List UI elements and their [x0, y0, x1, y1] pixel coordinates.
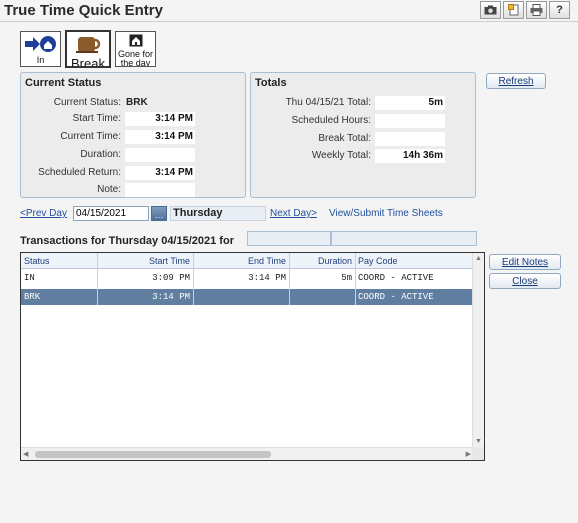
employee-box-1 — [247, 231, 331, 246]
notes-icon[interactable] — [503, 1, 524, 19]
window-title: True Time Quick Entry — [4, 2, 163, 19]
scheduled-return-label: Scheduled Return: — [38, 167, 121, 178]
row-end-time: 3:14 PM — [248, 273, 286, 283]
punch-in-button[interactable]: In — [20, 31, 61, 67]
scroll-down-icon[interactable]: ▼ — [475, 438, 482, 445]
totals-heading: Totals — [255, 77, 287, 89]
duration-label: Duration: — [80, 149, 121, 160]
current-status-label: Current Status: — [53, 97, 121, 108]
punch-gone-label: Gone for the day — [117, 49, 154, 67]
toolbar: ? — [480, 1, 570, 19]
print-icon[interactable] — [526, 1, 547, 19]
weekly-total-label: Weekly Total: — [311, 150, 371, 161]
current-status-value: BRK — [126, 97, 148, 108]
row-end-time — [193, 289, 289, 305]
table-row[interactable]: IN 3:09 PM 3:14 PM 5m COORD - ACTIVE — [21, 270, 473, 286]
scheduled-hours-label: Scheduled Hours: — [291, 115, 372, 126]
prev-day-link[interactable]: <Prev Day — [20, 208, 67, 219]
punch-break-button[interactable]: Break — [65, 30, 111, 68]
row-duration — [289, 289, 355, 305]
day-total-label: Thu 04/15/21 Total: — [285, 97, 371, 108]
totals-panel: Totals Thu 04/15/21 Total: 5m Scheduled … — [250, 72, 476, 198]
column-divider — [289, 253, 290, 305]
title-divider — [0, 21, 578, 22]
current-time-label: Current Time: — [60, 131, 121, 142]
punch-gone-button[interactable]: Gone for the day — [115, 31, 156, 67]
column-header-end-time[interactable]: End Time — [193, 253, 289, 269]
employee-box-2 — [331, 231, 477, 246]
note-label: Note: — [97, 184, 121, 195]
horizontal-scrollbar[interactable]: ◀ ▶ — [21, 447, 473, 460]
day-total-value: 5m — [375, 96, 445, 110]
row-pay-code: COORD - ACTIVE — [358, 273, 434, 283]
view-submit-timesheets-link[interactable]: View/Submit Time Sheets — [329, 208, 443, 219]
next-day-link[interactable]: Next Day> — [270, 208, 317, 219]
help-icon[interactable]: ? — [549, 1, 570, 19]
calendar-dropdown-button[interactable]: … — [151, 206, 167, 221]
edit-notes-button[interactable]: Edit Notes — [489, 254, 561, 270]
refresh-button[interactable]: Refresh — [486, 73, 546, 89]
column-divider — [193, 253, 194, 305]
punch-break-label: Break — [71, 56, 105, 68]
scroll-right-icon[interactable]: ▶ — [466, 450, 471, 458]
column-header-status[interactable]: Status — [21, 253, 97, 269]
scheduled-hours-value — [375, 114, 445, 128]
table-row-selected[interactable]: BRK 3:14 PM COORD - ACTIVE — [21, 289, 473, 305]
coffee-icon — [73, 34, 103, 57]
punch-in-label: In — [36, 55, 45, 65]
camera-icon[interactable] — [480, 1, 501, 19]
column-header-duration[interactable]: Duration — [289, 253, 355, 269]
weekly-total-value: 14h 36m — [375, 149, 445, 163]
row-status: IN — [24, 273, 35, 283]
house-icon — [129, 34, 143, 50]
row-status: BRK — [24, 292, 41, 302]
scrollbar-corner — [472, 447, 484, 460]
column-divider — [97, 253, 98, 305]
current-status-panel: Current Status Current Status: BRK Start… — [20, 72, 246, 198]
row-start-time: 3:09 PM — [152, 273, 190, 283]
current-status-heading: Current Status — [25, 77, 102, 89]
break-total-label: Break Total: — [318, 133, 371, 144]
note-value — [125, 183, 195, 197]
vertical-scrollbar[interactable]: ▲ ▼ — [472, 253, 484, 447]
transactions-heading: Transactions for Thursday 04/15/2021 for — [20, 235, 234, 247]
break-total-value — [375, 132, 445, 146]
in-arrow-icon — [24, 35, 58, 56]
scroll-left-icon[interactable]: ◀ — [23, 450, 28, 458]
grid-header: Status Start Time End Time Duration Pay … — [21, 253, 473, 269]
column-divider — [355, 253, 356, 305]
date-input[interactable] — [73, 206, 149, 221]
day-name: Thursday — [170, 206, 266, 221]
row-start-time: 3:14 PM — [152, 292, 190, 302]
current-time-value: 3:14 PM — [125, 130, 195, 144]
horizontal-scroll-thumb[interactable] — [35, 451, 271, 458]
scroll-up-icon[interactable]: ▲ — [475, 255, 482, 262]
duration-value — [125, 148, 195, 162]
start-time-label: Start Time: — [72, 113, 121, 124]
start-time-value: 3:14 PM — [125, 112, 195, 126]
transactions-grid[interactable]: Status Start Time End Time Duration Pay … — [20, 252, 485, 461]
row-duration: 5m — [341, 273, 352, 283]
ellipsis-icon: … — [154, 210, 164, 220]
column-header-pay-code[interactable]: Pay Code — [355, 253, 473, 269]
column-header-start-time[interactable]: Start Time — [97, 253, 193, 269]
close-button[interactable]: Close — [489, 273, 561, 289]
scheduled-return-value: 3:14 PM — [125, 166, 195, 180]
row-pay-code: COORD - ACTIVE — [358, 292, 434, 302]
